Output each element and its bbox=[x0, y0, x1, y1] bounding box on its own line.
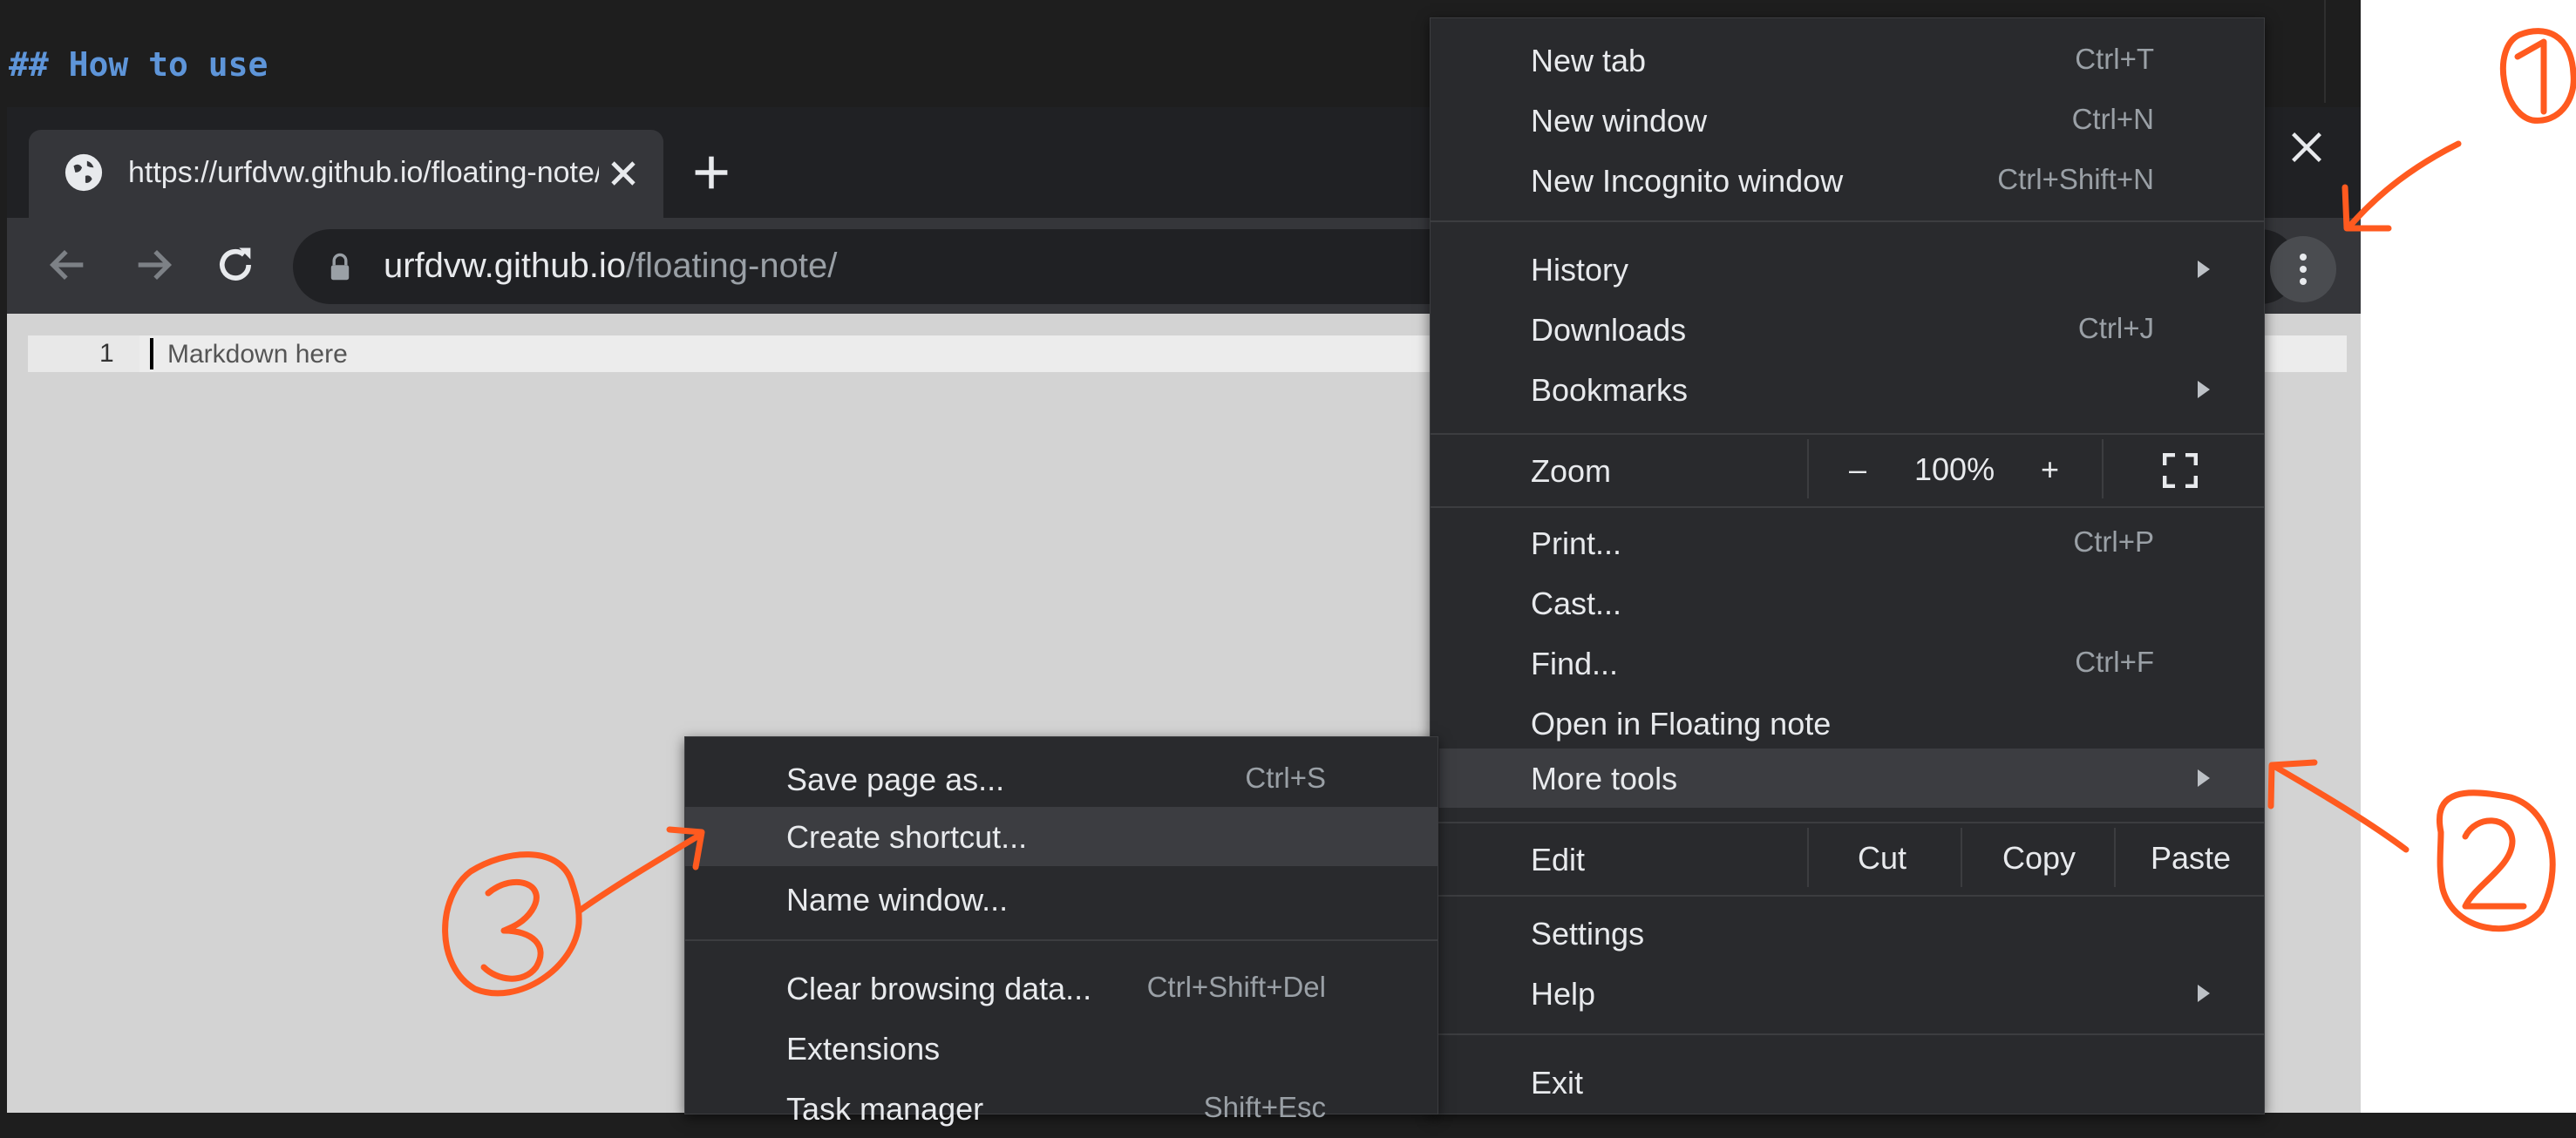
fullscreen-icon[interactable] bbox=[2163, 453, 2198, 488]
menu-separator bbox=[1431, 433, 2264, 435]
page-background bbox=[2361, 0, 2576, 1113]
submenu-item-name-window[interactable]: Name window... bbox=[685, 870, 1438, 929]
line-number: 1 bbox=[99, 339, 114, 368]
menu-kebab-icon[interactable] bbox=[2270, 236, 2336, 302]
divider bbox=[2102, 439, 2104, 498]
zoom-in-button[interactable]: + bbox=[2041, 451, 2059, 488]
menu-row-zoom: Zoom – 100% + bbox=[1431, 436, 2264, 504]
menu-item-open-floating-note[interactable]: Open in Floating note bbox=[1431, 694, 2264, 753]
new-tab-icon[interactable] bbox=[691, 152, 731, 193]
menu-item-print[interactable]: Print... Ctrl+P bbox=[1431, 513, 2264, 572]
menu-row-edit: Edit Cut Copy Paste bbox=[1431, 824, 2264, 892]
reload-icon[interactable] bbox=[213, 242, 258, 288]
submenu-item-clear-browsing-data[interactable]: Clear browsing data... Ctrl+Shift+Del bbox=[685, 958, 1438, 1018]
menu-item-settings[interactable]: Settings bbox=[1431, 904, 2264, 963]
zoom-level: 100% bbox=[1914, 451, 1995, 487]
line-gutter bbox=[28, 335, 139, 372]
divider bbox=[2114, 828, 2116, 887]
submenu-item-save-page[interactable]: Save page as... Ctrl+S bbox=[685, 749, 1438, 809]
markdown-heading: ## How to use bbox=[9, 45, 268, 84]
divider bbox=[1807, 828, 1809, 887]
text-cursor bbox=[150, 338, 153, 369]
chrome-main-menu: New tab Ctrl+T New window Ctrl+N New Inc… bbox=[1430, 17, 2265, 1114]
menu-separator bbox=[1431, 1033, 2264, 1035]
menu-separator bbox=[1431, 895, 2264, 897]
cut-button[interactable]: Cut bbox=[1858, 840, 1907, 877]
menu-separator bbox=[1431, 506, 2264, 508]
menu-item-new-tab[interactable]: New tab Ctrl+T bbox=[1431, 30, 2264, 90]
menu-item-new-window[interactable]: New window Ctrl+N bbox=[1431, 91, 2264, 150]
menu-item-downloads[interactable]: Downloads Ctrl+J bbox=[1431, 300, 2264, 359]
more-tools-submenu: Save page as... Ctrl+S Create shortcut..… bbox=[684, 736, 1438, 1127]
submenu-item-create-shortcut[interactable]: Create shortcut... bbox=[685, 807, 1438, 866]
close-icon[interactable] bbox=[606, 156, 641, 191]
menu-item-exit[interactable]: Exit bbox=[1431, 1053, 2264, 1112]
lock-icon bbox=[330, 253, 350, 281]
submenu-arrow-icon bbox=[2198, 261, 2210, 278]
menu-item-find[interactable]: Find... Ctrl+F bbox=[1431, 633, 2264, 693]
submenu-item-extensions[interactable]: Extensions bbox=[685, 1019, 1438, 1078]
menu-item-cast[interactable]: Cast... bbox=[1431, 573, 2264, 633]
menu-item-help[interactable]: Help bbox=[1431, 964, 2264, 1023]
submenu-item-task-manager[interactable]: Task manager Shift+Esc bbox=[685, 1079, 1438, 1138]
submenu-arrow-icon bbox=[2198, 985, 2210, 1002]
menu-item-history[interactable]: History bbox=[1431, 240, 2264, 299]
globe-icon bbox=[65, 153, 103, 192]
zoom-out-button[interactable]: – bbox=[1849, 451, 1866, 488]
paste-button[interactable]: Paste bbox=[2151, 840, 2231, 877]
active-tab[interactable]: https://urfdvw.github.io/floating-note/ bbox=[29, 130, 663, 218]
menu-item-bookmarks[interactable]: Bookmarks bbox=[1431, 360, 2264, 419]
window-close-icon[interactable] bbox=[2287, 128, 2326, 166]
divider bbox=[1807, 439, 1809, 498]
back-arrow-icon[interactable] bbox=[45, 242, 91, 288]
menu-separator bbox=[1431, 822, 2264, 823]
divider bbox=[2324, 0, 2326, 103]
submenu-arrow-icon bbox=[2198, 381, 2210, 398]
url-text: urfdvw.github.io/floating-note/ bbox=[384, 247, 838, 285]
menu-separator bbox=[1431, 220, 2264, 222]
tab-title: https://urfdvw.github.io/floating-note/ bbox=[128, 156, 599, 189]
menu-separator bbox=[685, 939, 1438, 941]
menu-item-new-incognito[interactable]: New Incognito window Ctrl+Shift+N bbox=[1431, 151, 2264, 210]
editor-placeholder: Markdown here bbox=[167, 340, 348, 369]
divider bbox=[1961, 828, 1962, 887]
copy-button[interactable]: Copy bbox=[2002, 840, 2076, 877]
submenu-arrow-icon bbox=[2198, 769, 2210, 787]
forward-arrow-icon[interactable] bbox=[131, 242, 176, 288]
menu-item-more-tools[interactable]: More tools bbox=[1439, 749, 2264, 808]
